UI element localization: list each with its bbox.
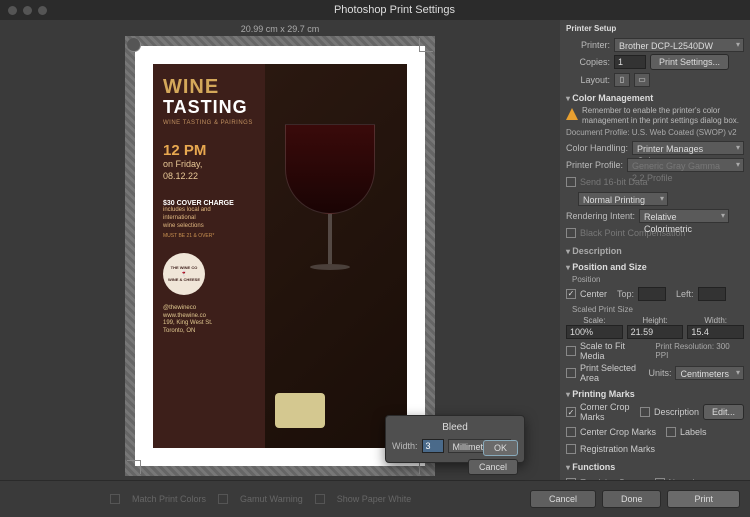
printer-dropdown[interactable]: Brother DCP-L2540DW <box>614 38 744 52</box>
flyer-time: 12 PM <box>163 142 255 159</box>
negative-checkbox[interactable] <box>655 478 665 480</box>
flyer-desc: international <box>163 215 255 223</box>
section-printer-setup: Printer Setup <box>566 24 744 33</box>
printing-mode-dropdown[interactable]: Normal Printing <box>578 192 668 206</box>
print-button[interactable]: Print <box>667 490 740 508</box>
minimize-icon[interactable] <box>23 6 32 15</box>
corner-crop-checkbox[interactable] <box>566 407 576 417</box>
window-controls <box>8 6 47 15</box>
flyer-date: on Friday, <box>163 159 255 171</box>
position-label: Position <box>572 275 744 284</box>
cheese-graphic <box>275 393 325 428</box>
scale-input[interactable] <box>566 325 623 339</box>
emulsion-checkbox[interactable] <box>566 478 576 480</box>
flyer-cover: $30 COVER CHARGE <box>163 200 255 207</box>
layout-portrait-icon[interactable]: ▯ <box>614 73 630 87</box>
bleed-width-label: Width: <box>392 441 418 451</box>
print-canvas[interactable]: WINE TASTING WINE TASTING & PAIRINGS 12 … <box>125 36 435 476</box>
fit-media-checkbox[interactable] <box>566 346 576 356</box>
flyer-heading: WINE <box>163 76 255 99</box>
printer-label: Printer: <box>566 40 610 50</box>
page-dimensions: 20.99 cm x 29.7 cm <box>241 24 320 34</box>
color-handling-dropdown[interactable]: Printer Manages Colors <box>632 141 744 155</box>
preview-pane: 20.99 cm x 29.7 cm WINE TASTING WINE TAS… <box>0 20 560 480</box>
dialog-ok-button[interactable]: OK <box>483 440 518 456</box>
bpc-checkbox <box>566 228 576 238</box>
flyer-desc: includes local and <box>163 207 255 215</box>
wine-glass-graphic <box>285 124 375 284</box>
width-input[interactable] <box>687 325 744 339</box>
section-position-size[interactable]: Position and Size <box>566 262 744 272</box>
section-color-management[interactable]: Color Management <box>566 93 744 103</box>
gamut-warning-checkbox <box>218 494 228 504</box>
doc-profile-label: Document Profile: U.S. Web Coated (SWOP)… <box>566 128 744 137</box>
edit-button[interactable]: Edit... <box>703 404 744 420</box>
flyer-date: 08.12.22 <box>163 171 255 183</box>
rendering-intent-label: Rendering Intent: <box>566 211 635 221</box>
flyer-subtitle: WINE TASTING & PAIRINGS <box>163 120 255 126</box>
labels-checkbox[interactable] <box>666 427 676 437</box>
document-preview: WINE TASTING WINE TASTING & PAIRINGS 12 … <box>153 64 407 448</box>
center-crop-checkbox[interactable] <box>566 427 576 437</box>
left-input <box>698 287 726 301</box>
copies-input[interactable] <box>614 55 646 69</box>
warning-icon <box>566 108 578 120</box>
window-title: Photoshop Print Settings <box>47 4 742 16</box>
flyer-heading: TASTING <box>163 97 255 118</box>
layout-label: Layout: <box>566 75 610 85</box>
section-functions[interactable]: Functions <box>566 462 744 472</box>
copies-label: Copies: <box>566 57 610 67</box>
dialog-cancel-button[interactable]: Cancel <box>468 459 518 475</box>
printer-profile-label: Printer Profile: <box>566 160 623 170</box>
flyer-age: MUST BE 21 & OVER* <box>163 233 255 239</box>
color-warning: Remember to enable the printer's color m… <box>566 106 744 125</box>
crop-mark-icon <box>127 460 141 474</box>
zoom-icon[interactable] <box>38 6 47 15</box>
scaled-size-label: Scaled Print Size <box>572 305 744 314</box>
color-handling-label: Color Handling: <box>566 143 628 153</box>
close-icon[interactable] <box>8 6 17 15</box>
printer-profile-dropdown: Generic Gray Gamma 2.2 Profile <box>627 158 744 172</box>
crop-mark-icon <box>419 38 433 52</box>
print-settings-button[interactable]: Print Settings... <box>650 54 729 70</box>
paper-white-checkbox <box>315 494 325 504</box>
section-printing-marks[interactable]: Printing Marks <box>566 389 744 399</box>
bleed-width-input[interactable] <box>422 439 444 453</box>
match-colors-checkbox <box>110 494 120 504</box>
units-dropdown[interactable]: Centimeters <box>675 366 744 380</box>
section-description[interactable]: Description <box>566 246 744 256</box>
top-input <box>638 287 666 301</box>
dialog-title: Bleed <box>392 422 518 433</box>
center-checkbox[interactable] <box>566 289 576 299</box>
flyer-contact: @thewineco www.thewine.co 199, King West… <box>163 305 255 336</box>
selected-area-checkbox[interactable] <box>566 368 576 378</box>
done-button[interactable]: Done <box>602 490 662 508</box>
titlebar: Photoshop Print Settings <box>0 0 750 20</box>
layout-landscape-icon[interactable]: ▭ <box>634 73 650 87</box>
bleed-dialog: Bleed Width: Millimeters OK Cancel <box>385 415 525 463</box>
height-input[interactable] <box>627 325 684 339</box>
registration-checkbox[interactable] <box>566 444 576 454</box>
send-16bit-checkbox <box>566 177 576 187</box>
flyer-desc: wine selections <box>163 223 255 231</box>
footer: Match Print Colors Gamut Warning Show Pa… <box>0 480 750 516</box>
rendering-intent-dropdown[interactable]: Relative Colorimetric <box>639 209 729 223</box>
flyer-badge: THE WINE CO 🍷 WINE & CHEESE <box>163 253 205 295</box>
paper: WINE TASTING WINE TASTING & PAIRINGS 12 … <box>135 46 425 466</box>
description-checkbox[interactable] <box>640 407 650 417</box>
cancel-button[interactable]: Cancel <box>530 490 596 508</box>
crop-mark-icon <box>127 38 141 52</box>
settings-panel: Printer Setup Printer: Brother DCP-L2540… <box>560 20 750 480</box>
